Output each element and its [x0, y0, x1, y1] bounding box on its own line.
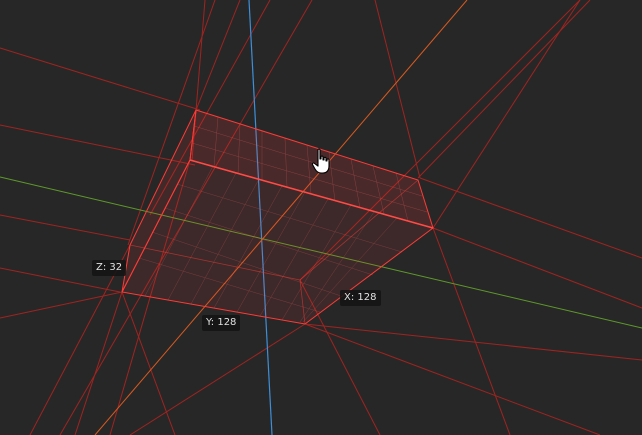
selection-box[interactable] — [121, 109, 435, 325]
scene-canvas[interactable] — [0, 0, 642, 435]
z-dimension-label: Z: 32 — [92, 260, 127, 276]
hand-pointer-icon — [311, 148, 330, 174]
y-dimension-label: Y: 128 — [202, 315, 241, 331]
3d-viewport[interactable]: Z: 32 X: 128 Y: 128 — [0, 0, 642, 435]
x-dimension-label: X: 128 — [340, 290, 381, 306]
